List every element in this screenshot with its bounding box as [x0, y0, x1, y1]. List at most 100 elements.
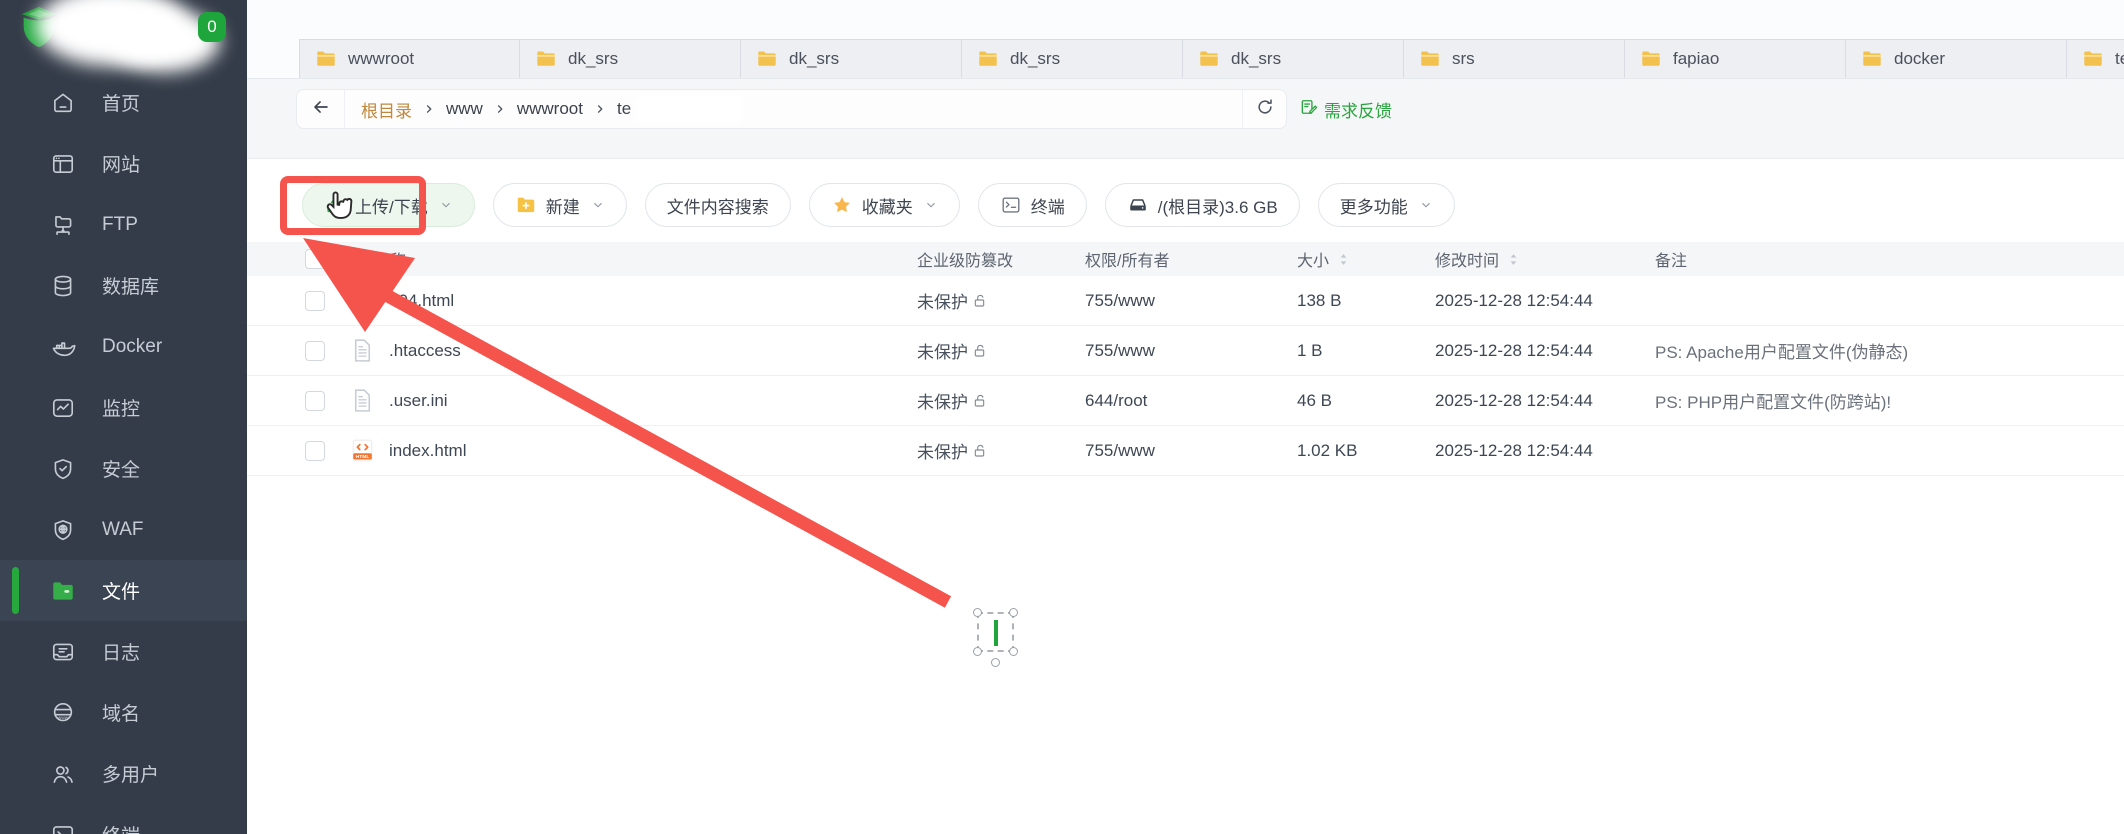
breadcrumb-segment[interactable]: www: [446, 99, 483, 119]
feedback-link[interactable]: 需求反馈: [1299, 89, 1392, 129]
row-checkbox[interactable]: [305, 340, 325, 361]
folder-tab[interactable]: dk_srs: [741, 39, 962, 78]
unlock-icon: [972, 443, 988, 459]
select-all-checkbox[interactable]: [305, 249, 325, 269]
row-checkbox[interactable]: [305, 290, 325, 311]
selection-handle[interactable]: [973, 608, 982, 617]
sidebar-item-database[interactable]: 数据库: [0, 255, 247, 316]
folder-tab[interactable]: docker: [1846, 39, 2067, 78]
tamper-status[interactable]: 未保护: [917, 388, 1085, 413]
selection-handle[interactable]: [973, 647, 982, 656]
back-icon: [310, 96, 332, 123]
row-checkbox[interactable]: [305, 390, 325, 411]
folder-tab[interactable]: dk_srs: [962, 39, 1183, 78]
sidebar-item-label: WAF: [102, 518, 144, 540]
table-header: 文件名称 企业级防篡改 权限/所有者 大小 修改时间 备注: [247, 242, 2124, 276]
permission-owner[interactable]: 755/www: [1085, 441, 1297, 461]
tamper-status[interactable]: 未保护: [917, 288, 1085, 313]
chevron-right-icon: [422, 102, 436, 116]
row-checkbox[interactable]: [305, 440, 325, 461]
sidebar-item-label: 终端: [102, 821, 140, 834]
permission-owner[interactable]: 755/www: [1085, 291, 1297, 311]
notification-badge[interactable]: 0: [198, 12, 226, 42]
sidebar-item-monitor[interactable]: 监控: [0, 377, 247, 438]
unlock-icon: [972, 393, 988, 409]
sort-icon[interactable]: [1335, 251, 1352, 268]
folder-tab[interactable]: srs: [1404, 39, 1625, 78]
selection-handle[interactable]: [1009, 608, 1018, 617]
sidebar-item-files[interactable]: 文件: [0, 560, 247, 621]
refresh-icon: [1255, 97, 1275, 122]
files-icon: [50, 578, 76, 604]
redaction-blur: [637, 96, 742, 122]
folder-tab-strip: wwwroot dk_srs dk_srs dk_srs dk_srs srs …: [247, 0, 2124, 79]
sidebar-item-terminal[interactable]: 终端: [0, 804, 247, 834]
file-name[interactable]: .htaccess: [389, 341, 461, 361]
sidebar-item-label: 监控: [102, 399, 141, 420]
file-size: 138 B: [1297, 290, 1342, 310]
upload-download-button[interactable]: 上传/下载: [302, 183, 475, 227]
toolbar-button-label: 新建: [545, 197, 580, 217]
chevron-down-icon: [924, 198, 938, 212]
unlock-icon: [972, 293, 988, 309]
sort-icon[interactable]: [1505, 251, 1522, 268]
file-size: 1 B: [1297, 340, 1323, 360]
content-search-button[interactable]: 文件内容搜索: [644, 183, 791, 227]
folder-icon: [756, 48, 778, 70]
file-name[interactable]: .user.ini: [389, 391, 448, 411]
sidebar-item-multiuser[interactable]: 多用户: [0, 743, 247, 804]
docker-icon: [50, 334, 76, 360]
folder-icon: [1198, 48, 1220, 70]
file-name[interactable]: index.html: [389, 441, 466, 461]
new-button[interactable]: 新建: [492, 183, 627, 227]
refresh-button[interactable]: [1242, 90, 1286, 128]
header-permission-owner[interactable]: 权限/所有者: [1085, 247, 1297, 271]
folder-tab[interactable]: dk_srs: [520, 39, 741, 78]
file-size: 1.02 KB: [1297, 440, 1358, 460]
folder-tab[interactable]: fapiao: [1625, 39, 1846, 78]
file-row: HTML index.html 未保护 755/www 1.02 KB 2025…: [247, 426, 2124, 476]
tamper-status[interactable]: 未保护: [917, 438, 1085, 463]
header-modified-time[interactable]: 修改时间: [1435, 247, 1655, 271]
folder-tab-label: srs: [1452, 49, 1475, 68]
file-name[interactable]: 404.html: [389, 291, 454, 311]
header-file-name[interactable]: 文件名称: [342, 247, 917, 271]
sidebar-item-sites[interactable]: 网站: [0, 133, 247, 194]
breadcrumb-segment-partial[interactable]: te: [617, 99, 631, 119]
selection-handle[interactable]: [1009, 647, 1018, 656]
folder-icon: [1419, 48, 1441, 70]
permission-owner[interactable]: 755/www: [1085, 341, 1297, 361]
back-button[interactable]: [297, 90, 345, 128]
folder-tab[interactable]: dk_srs: [1183, 39, 1404, 78]
favorites-button[interactable]: 收藏夹: [808, 183, 960, 227]
selection-rotate-handle[interactable]: [991, 658, 1000, 667]
header-size[interactable]: 大小: [1297, 247, 1435, 271]
header-tamper-proof[interactable]: 企业级防篡改: [917, 247, 1085, 271]
modified-time: 2025-12-28 12:54:44: [1435, 440, 1593, 460]
file-note: PS: Apache用户配置文件(伪静态): [1655, 343, 1909, 362]
svg-text:HTML: HTML: [356, 454, 370, 460]
terminal-button[interactable]: 终端: [977, 183, 1087, 227]
tamper-status[interactable]: 未保护: [917, 338, 1085, 363]
more-functions-button[interactable]: 更多功能: [1317, 183, 1455, 227]
file-icon: [349, 337, 376, 364]
sidebar-item-logs[interactable]: 日志: [0, 621, 247, 682]
selection-widget[interactable]: [973, 608, 1018, 667]
file-note: PS: PHP用户配置文件(防跨站)!: [1655, 393, 1892, 412]
sidebar-item-ftp[interactable]: FTP: [0, 194, 247, 255]
sidebar-item-security[interactable]: 安全: [0, 438, 247, 499]
sidebar-item-docker[interactable]: Docker: [0, 316, 247, 377]
sidebar-item-domain[interactable]: www 域名: [0, 682, 247, 743]
breadcrumb-segment[interactable]: wwwroot: [517, 99, 583, 119]
modified-time: 2025-12-28 12:54:44: [1435, 340, 1593, 360]
disk-root-button[interactable]: /(根目录)3.6 GB: [1104, 183, 1300, 227]
sidebar-item-home[interactable]: 首页: [0, 72, 247, 133]
sidebar-item-label: Docker: [102, 335, 163, 357]
breadcrumb-segment-root[interactable]: 根目录: [361, 97, 412, 122]
toolbar-button-label: 终端: [1030, 197, 1065, 217]
permission-owner[interactable]: 644/root: [1085, 391, 1297, 411]
folder-tab[interactable]: wwwroot: [299, 39, 520, 78]
folder-tab[interactable]: ten: [2067, 39, 2124, 78]
sidebar-item-waf[interactable]: WAF: [0, 499, 247, 560]
file-row: .htaccess 未保护 755/www 1 B 2025-12-28 12:…: [247, 326, 2124, 376]
